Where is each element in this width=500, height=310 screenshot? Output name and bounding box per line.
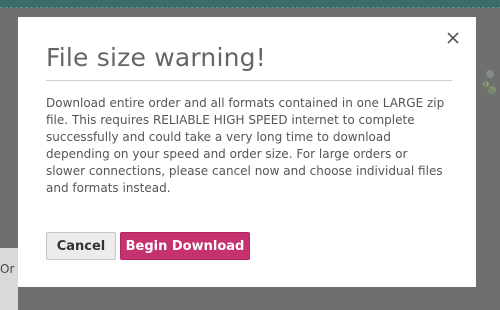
close-icon [447, 32, 459, 44]
dialog-title: File size warning! [46, 43, 266, 72]
background-left-text: Or [0, 262, 15, 276]
title-divider [46, 80, 452, 81]
background-left-panel [0, 248, 18, 310]
dialog-message: Download entire order and all formats co… [46, 96, 445, 195]
background-decoration-icon [481, 70, 496, 97]
close-button[interactable] [444, 29, 462, 47]
page: Or File size warning! Download entire or… [0, 0, 500, 310]
file-size-warning-dialog: File size warning! Download entire order… [18, 17, 476, 287]
cancel-button[interactable]: Cancel [46, 232, 116, 260]
background-header-stripe [0, 0, 500, 8]
begin-download-button[interactable]: Begin Download [120, 232, 250, 260]
